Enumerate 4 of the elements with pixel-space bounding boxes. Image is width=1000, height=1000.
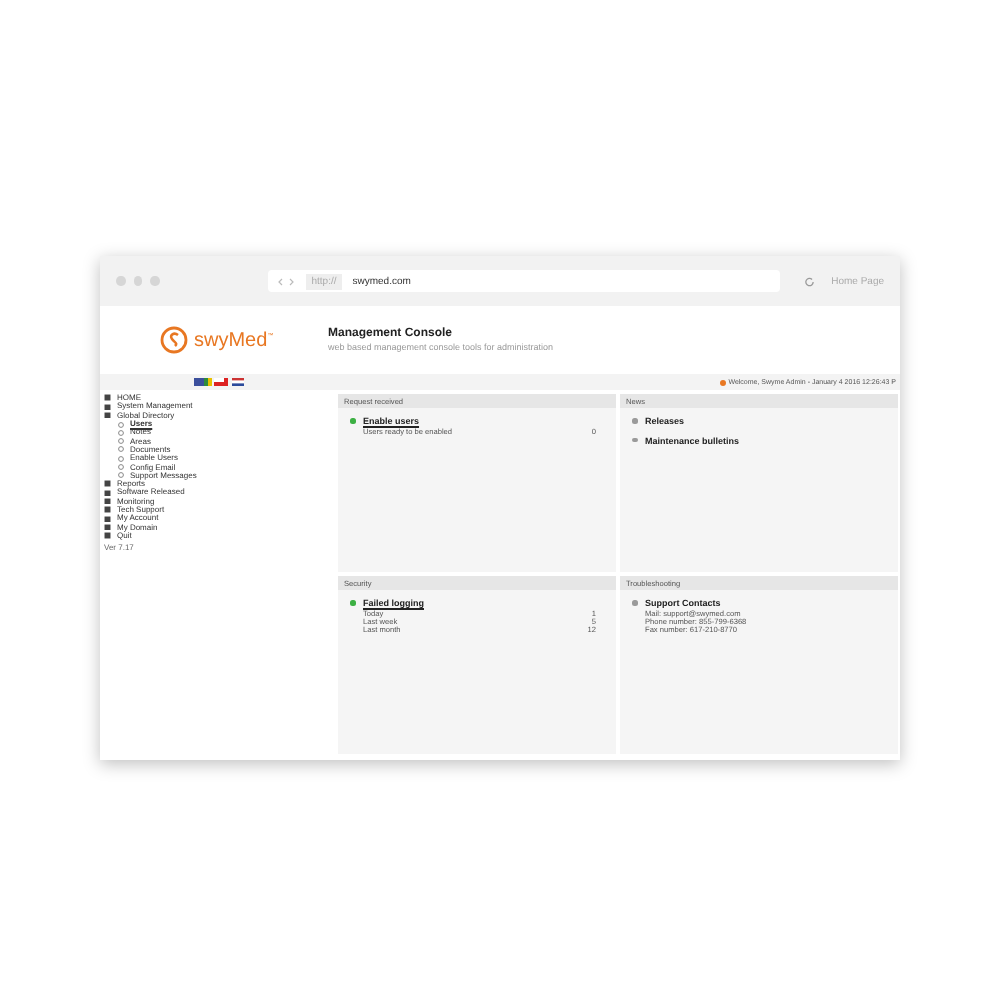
user-status-icon xyxy=(720,379,727,385)
language-flags-icon[interactable] xyxy=(194,378,244,386)
reload-icon[interactable] xyxy=(804,275,816,287)
logo-icon xyxy=(160,326,188,354)
